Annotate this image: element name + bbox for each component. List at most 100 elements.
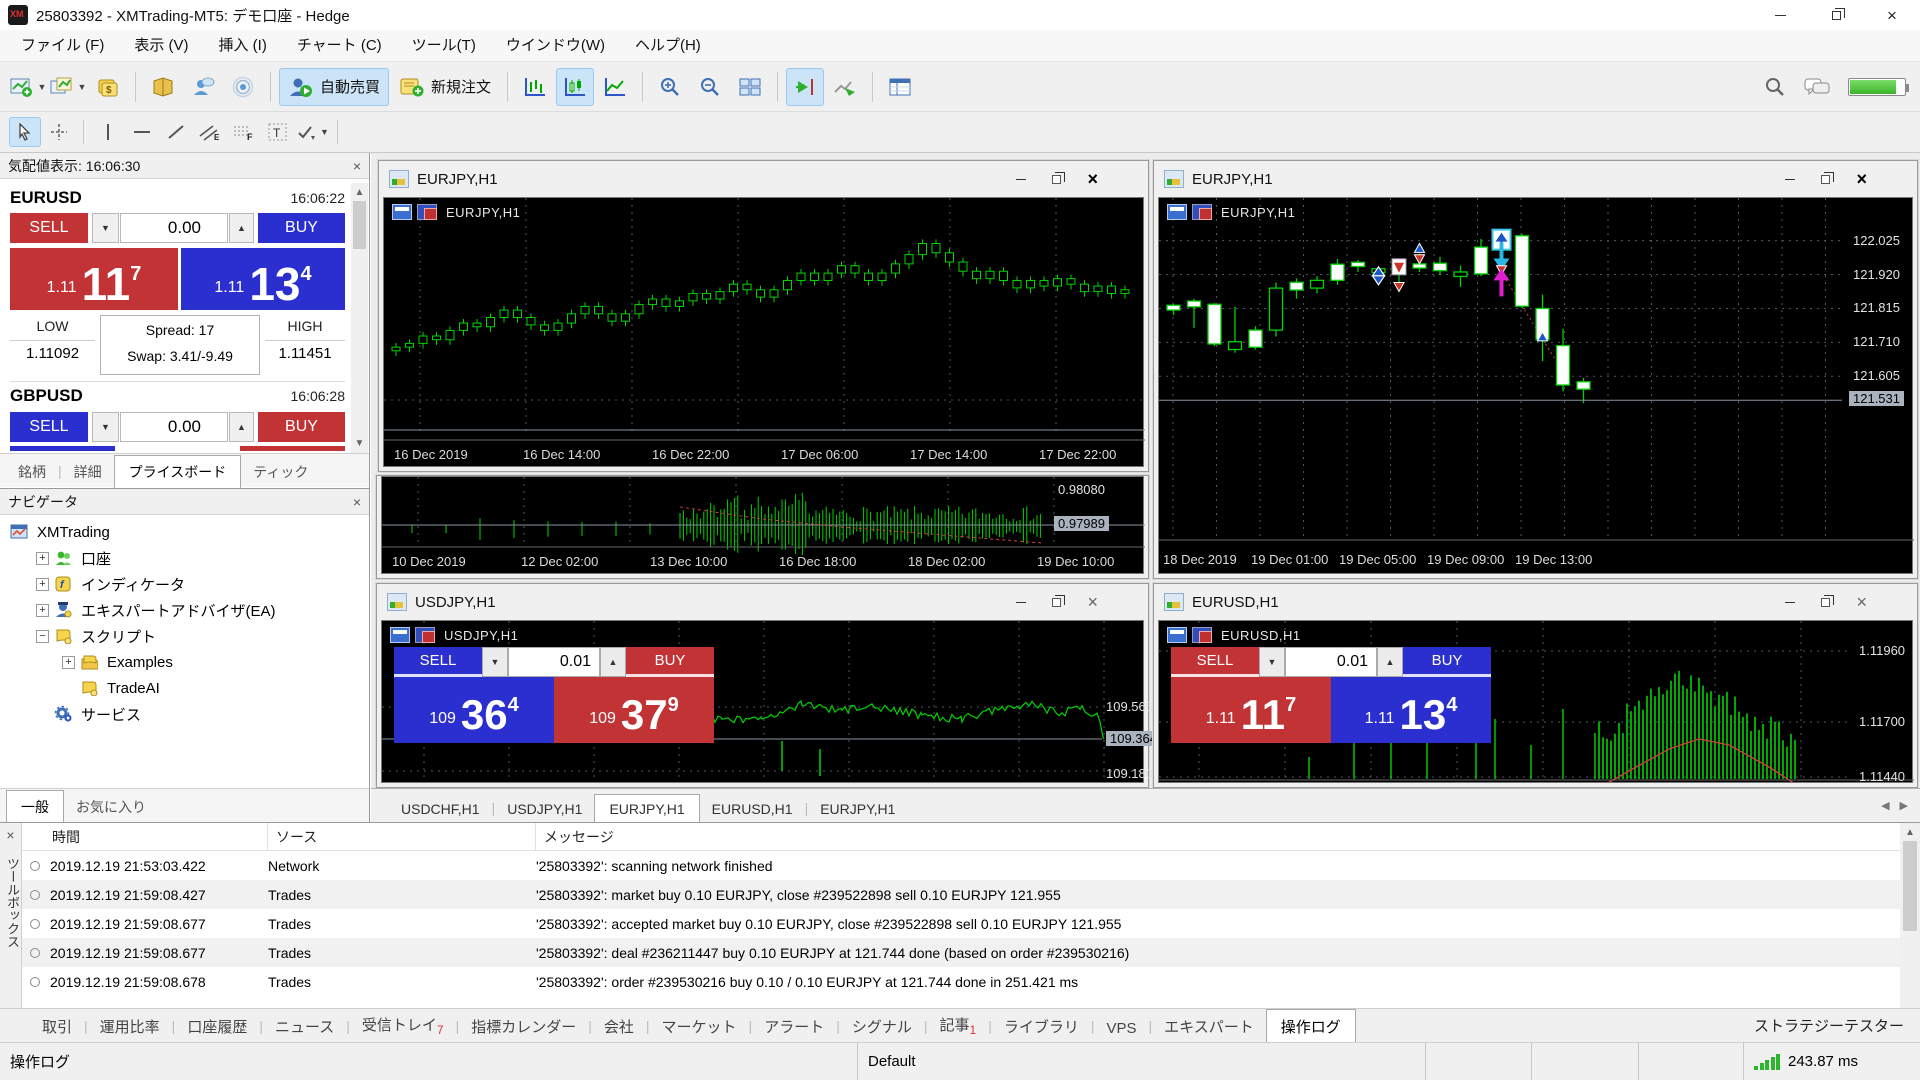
one-click-trading-icon[interactable]	[1167, 627, 1187, 643]
tab-一般[interactable]: 一般	[6, 790, 64, 823]
profiles-button[interactable]: ▼	[49, 68, 87, 106]
sell-button[interactable]: SELL	[394, 647, 482, 677]
log-row[interactable]: 2019.12.19 21:59:08.677Trades'25803392':…	[22, 938, 1900, 967]
close-icon[interactable]: ×	[0, 823, 21, 843]
minimize-icon[interactable]	[1016, 179, 1026, 180]
chart-window-titlebar[interactable]: USDJPY,H1 ×	[377, 584, 1148, 620]
scroll-down-icon[interactable]: ▼	[351, 438, 368, 449]
chart-window-eurjpy-main[interactable]: EURJPY,H1 × EURJPY,H1 16 Dec 201916 Dec …	[378, 160, 1149, 472]
volume-input[interactable]: 0.00	[120, 213, 228, 243]
volume-up-button[interactable]: ▲	[229, 213, 254, 243]
chart-plot-eurjpy-main[interactable]: EURJPY,H1 16 Dec 201916 Dec 14:0016 Dec …	[383, 197, 1144, 467]
scroll-thumb[interactable]	[1903, 841, 1917, 931]
buy-button[interactable]: BUY	[626, 647, 714, 677]
log-col-time[interactable]: 時間	[22, 823, 268, 850]
ask-price-tile[interactable]: 109379	[554, 677, 714, 743]
tab-VPS[interactable]: VPS	[1095, 1015, 1149, 1042]
tab-銘柄[interactable]: 銘柄	[6, 457, 58, 487]
chart-window-eurusd[interactable]: EURUSD,H1 × EURUSD,H1 SELL ▼ 0.01 ▲ BUY	[1153, 583, 1918, 788]
bar-chart-mode-button[interactable]	[516, 68, 554, 106]
shapes-arrows-tool[interactable]: ▼	[296, 117, 329, 147]
tab-運用比率[interactable]: 運用比率	[88, 1011, 172, 1042]
tab-ニュース[interactable]: ニュース	[263, 1011, 346, 1042]
volume-dropdown[interactable]: ▼	[1259, 647, 1285, 677]
maximize-icon[interactable]	[1821, 175, 1830, 184]
menu-item-5[interactable]: ウインドウ(W)	[491, 30, 620, 62]
chart-plot-usdjpy[interactable]: USDJPY,H1 SELL ▼ 0.01 ▲ BUY 109364 10937…	[381, 620, 1144, 783]
minimize-icon[interactable]	[1016, 602, 1026, 603]
tab-エキスパート[interactable]: エキスパート	[1152, 1011, 1266, 1042]
chart-window-titlebar[interactable]: EURUSD,H1 ×	[1154, 584, 1917, 620]
tree-item-インディケータ[interactable]: +fインディケータ	[6, 571, 369, 597]
sell-button[interactable]: SELL	[10, 412, 88, 442]
autoscroll-toggle[interactable]	[826, 68, 864, 106]
chart-plot-strip[interactable]: 0.980800.9798910 Dec 201912 Dec 02:0013 …	[381, 476, 1144, 574]
mql5-book-icon[interactable]	[144, 68, 182, 106]
volume-dropdown[interactable]: ▼	[92, 412, 119, 442]
maximize-icon[interactable]	[1052, 598, 1061, 607]
menu-item-6[interactable]: ヘルプ(H)	[620, 30, 716, 62]
tab-指標カレンダー[interactable]: 指標カレンダー	[459, 1011, 588, 1042]
log-row[interactable]: 2019.12.19 21:59:08.678Trades'25803392':…	[22, 967, 1900, 996]
menu-item-0[interactable]: ファイル (F)	[6, 30, 119, 62]
tab-シグナル[interactable]: シグナル	[840, 1011, 924, 1042]
tab-ライブラリ[interactable]: ライブラリ	[992, 1011, 1091, 1042]
tab-アラート[interactable]: アラート	[752, 1011, 836, 1042]
strategy-tester-tab[interactable]: ストラテジーテスター	[1738, 1010, 1920, 1041]
tile-windows-button[interactable]	[731, 68, 769, 106]
vertical-line-tool[interactable]	[92, 117, 124, 147]
deposit-button[interactable]: $	[89, 68, 127, 106]
log-row[interactable]: 2019.12.19 21:59:08.427Trades'25803392':…	[22, 880, 1900, 909]
minimize-icon[interactable]	[1785, 179, 1795, 180]
volume-input[interactable]: 0.01	[1285, 647, 1377, 677]
expand-icon[interactable]: +	[36, 578, 49, 591]
tree-item-エキスパートアドバイザ(EA)[interactable]: +エキスパートアドバイザ(EA)	[6, 597, 369, 623]
log-col-message[interactable]: メッセージ	[536, 823, 1900, 850]
chat-icon[interactable]	[1804, 76, 1830, 98]
bid-price-tile[interactable]: 1.11117	[10, 248, 178, 310]
scroll-up-icon[interactable]: ▲	[1900, 823, 1920, 838]
volume-input[interactable]: 0.00	[120, 412, 228, 442]
expand-icon[interactable]: +	[62, 656, 75, 669]
cursor-tool[interactable]	[9, 117, 41, 147]
log-row[interactable]: 2019.12.19 21:53:03.422Network'25803392'…	[22, 851, 1900, 880]
app-minimize-button[interactable]	[1752, 0, 1808, 30]
tab-USDCHF,H1[interactable]: USDCHF,H1	[389, 796, 492, 822]
bid-price-tile[interactable]: 1.11117	[1171, 677, 1331, 743]
close-icon[interactable]: ×	[353, 158, 361, 174]
autotrade-toggle[interactable]: 自動売買	[279, 68, 389, 106]
new-order-button[interactable]: 新規注文	[391, 68, 499, 106]
close-icon[interactable]: ×	[1087, 169, 1098, 190]
app-restore-button[interactable]	[1808, 0, 1864, 30]
search-icon[interactable]	[1764, 76, 1786, 98]
close-icon[interactable]: ×	[1856, 592, 1867, 613]
buy-button[interactable]: BUY	[1403, 647, 1491, 677]
zoom-out-button[interactable]	[691, 68, 729, 106]
toolbox-scrollbar[interactable]: ▲	[1900, 823, 1920, 1009]
chart-window-eurjpy-right[interactable]: EURJPY,H1 × EURJPY,H1 122.025121.920121.…	[1153, 160, 1918, 579]
tab-取引[interactable]: 取引	[30, 1011, 84, 1042]
depth-of-market-icon[interactable]	[415, 627, 435, 643]
chart-window-titlebar[interactable]: EURJPY,H1 ×	[1154, 161, 1917, 197]
minimize-icon[interactable]	[1785, 602, 1795, 603]
menu-item-1[interactable]: 表示 (V)	[119, 30, 203, 62]
tree-item-Examples[interactable]: +Examples	[6, 649, 369, 675]
chart-plot-eurjpy-right[interactable]: EURJPY,H1 122.025121.920121.815121.71012…	[1158, 197, 1913, 574]
chevron-down-icon[interactable]: ▼	[320, 127, 329, 137]
tab-マーケット[interactable]: マーケット	[650, 1011, 749, 1042]
sell-button[interactable]: SELL	[10, 213, 88, 243]
tab-操作ログ[interactable]: 操作ログ	[1266, 1009, 1356, 1043]
tab-ティック[interactable]: ティック	[241, 457, 320, 487]
shift-end-toggle[interactable]	[786, 68, 824, 106]
tab-口座履歴[interactable]: 口座履歴	[175, 1011, 259, 1042]
depth-of-market-icon[interactable]	[1192, 627, 1212, 643]
tab-scroll-left-icon[interactable]: ◀	[1881, 799, 1889, 812]
market-watch-header[interactable]: 気配値表示: 16:06:30 ×	[0, 153, 369, 179]
volume-up-button[interactable]: ▲	[1377, 647, 1403, 677]
volume-dropdown[interactable]: ▼	[92, 213, 119, 243]
chart-window-background-strip[interactable]: 0.980800.9798910 Dec 201912 Dec 02:0013 …	[376, 475, 1149, 579]
zoom-in-button[interactable]	[651, 68, 689, 106]
chevron-down-icon[interactable]: ▼	[38, 82, 47, 92]
signal-broadcast-icon[interactable]	[224, 68, 262, 106]
tree-item-口座[interactable]: +口座	[6, 545, 369, 571]
